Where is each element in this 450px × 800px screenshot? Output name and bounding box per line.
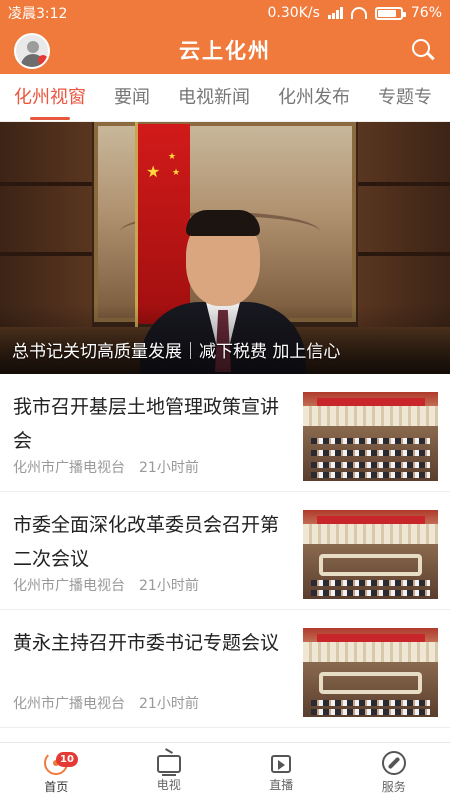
hero-caption: 总书记关切高质量发展｜减下税费 加上信心 <box>12 342 341 362</box>
nav-live[interactable]: 直播 <box>225 743 338 800</box>
tab-huazhou-window[interactable]: 化州视窗 <box>0 74 100 121</box>
battery-level: 76% <box>410 5 442 21</box>
news-meta: 化州市广播电视台 21小时前 <box>13 457 199 477</box>
news-meta: 化州市广播电视台 21小时前 <box>13 575 199 595</box>
news-item[interactable]: 市委全面深化改革委员会召开第二次会议 化州市广播电视台 21小时前 <box>0 492 450 610</box>
tv-icon <box>156 755 181 776</box>
tab-special-topics[interactable]: 专题专 <box>364 74 446 121</box>
news-source: 化州市广播电视台 <box>13 578 125 594</box>
network-speed: 0.30K/s <box>267 5 320 21</box>
notification-badge: 10 <box>56 752 78 767</box>
news-title: 黄永主持召开市委书记专题会议 <box>13 632 280 654</box>
nav-services[interactable]: 服务 <box>338 743 450 800</box>
nav-home[interactable]: 10 首页 <box>0 743 113 800</box>
news-source: 化州市广播电视台 <box>13 460 125 476</box>
app-bar: 云上化州 <box>0 26 450 74</box>
wifi-icon <box>350 7 367 19</box>
nav-home-label: 首页 <box>44 780 69 794</box>
avatar-icon[interactable] <box>14 33 50 69</box>
news-item[interactable]: 黄永主持召开市委书记专题会议 化州市广播电视台 21小时前 <box>0 610 450 728</box>
status-bar: 凌晨3:12 0.30K/s 76% <box>0 0 450 26</box>
news-title: 市委全面深化改革委员会召开第二次会议 <box>13 514 280 570</box>
bottom-nav: 10 首页 电视 直播 服务 <box>0 742 450 800</box>
nav-live-label: 直播 <box>269 778 294 792</box>
news-list: 我市召开基层土地管理政策宣讲会 化州市广播电视台 21小时前 市委全面深化改革委… <box>0 374 450 728</box>
news-time: 21小时前 <box>139 696 199 712</box>
status-time: 凌晨3:12 <box>8 6 68 22</box>
news-thumbnail <box>303 628 438 717</box>
nav-tv[interactable]: 电视 <box>113 743 226 800</box>
compass-icon <box>381 751 406 775</box>
hero-banner[interactable]: ★ ★ ★ 总书记关切高质量发展｜减下税费 加上信心 <box>0 122 450 374</box>
search-icon[interactable] <box>410 37 436 63</box>
tab-headlines[interactable]: 要闻 <box>100 74 164 121</box>
news-time: 21小时前 <box>139 460 199 476</box>
news-meta: 化州市广播电视台 21小时前 <box>13 693 199 713</box>
status-icons: 0.30K/s 76% <box>268 5 443 21</box>
news-item[interactable]: 我市召开基层土地管理政策宣讲会 化州市广播电视台 21小时前 <box>0 374 450 492</box>
battery-icon <box>374 6 406 20</box>
news-thumbnail <box>303 510 438 599</box>
tab-tv-news[interactable]: 电视新闻 <box>164 74 264 121</box>
news-time: 21小时前 <box>139 578 199 594</box>
nav-services-label: 服务 <box>381 780 406 794</box>
tab-huazhou-release[interactable]: 化州发布 <box>264 74 364 121</box>
nav-tv-label: 电视 <box>156 778 181 792</box>
news-source: 化州市广播电视台 <box>13 696 125 712</box>
notification-dot <box>38 55 48 65</box>
news-thumbnail <box>303 392 438 481</box>
live-video-icon <box>271 755 292 773</box>
news-title: 我市召开基层土地管理政策宣讲会 <box>13 396 280 452</box>
category-tabs: 化州视窗 要闻 电视新闻 化州发布 专题专 <box>0 74 450 122</box>
signal-icon <box>327 7 343 19</box>
app-title: 云上化州 <box>179 39 271 63</box>
